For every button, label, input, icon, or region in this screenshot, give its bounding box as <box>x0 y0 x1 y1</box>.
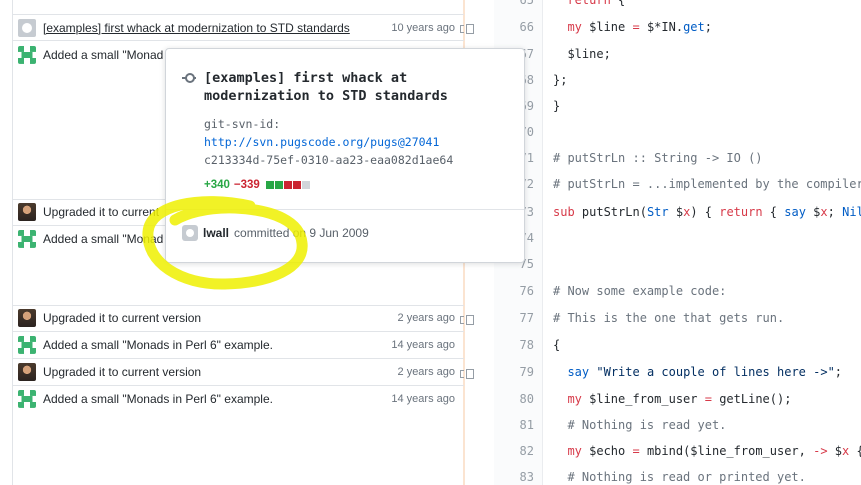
commit-author-line: lwall committed on 9 Jun 2009 <box>182 225 369 241</box>
commit-body-prefix: git-svn-id: <box>204 117 281 131</box>
commit-age: 10 years ago <box>391 22 455 34</box>
diffstat-block-added <box>265 181 274 189</box>
diffstat-block-deleted <box>283 181 292 189</box>
line-number[interactable]: 82 <box>494 444 534 458</box>
code-line: { <box>553 338 561 352</box>
commit-message-link[interactable]: Added a small "Monad <box>43 232 163 246</box>
reblame-icon[interactable] <box>460 23 474 34</box>
identicon-avatar-icon[interactable] <box>18 336 36 354</box>
committed-date: committed on 9 Jun 2009 <box>234 226 369 240</box>
user-avatar-icon[interactable] <box>18 309 36 327</box>
commit-message-link[interactable]: Added a small "Monads in Perl 6" example… <box>43 338 273 352</box>
reblame-icon[interactable] <box>460 314 474 325</box>
user-avatar-icon[interactable] <box>18 203 36 221</box>
author-avatar-icon[interactable] <box>182 225 198 241</box>
commit-message-link[interactable]: Upgraded it to current <box>43 205 159 219</box>
hovercard-divider <box>166 209 524 210</box>
line-number[interactable]: 79 <box>494 365 534 379</box>
line-number[interactable]: 80 <box>494 392 534 406</box>
diff-stats: +340 −339 <box>204 179 310 191</box>
commit-age: 2 years ago <box>397 366 455 378</box>
line-number[interactable]: 66 <box>494 20 534 34</box>
reblame-icon[interactable] <box>460 368 474 379</box>
identicon-avatar-icon[interactable] <box>18 46 36 64</box>
line-number[interactable]: 76 <box>494 284 534 298</box>
blame-row[interactable]: Upgraded it to current version 2 years a… <box>13 305 464 331</box>
code-line: my $line_from_user = getLine(); <box>567 392 792 406</box>
user-avatar-icon[interactable] <box>18 363 36 381</box>
commit-message-link[interactable]: [examples] first whack at modernization … <box>43 21 350 35</box>
commit-icon <box>182 73 196 83</box>
blame-row[interactable]: Added a small "Monads in Perl 6" example… <box>13 332 464 358</box>
blame-row[interactable]: [examples] first whack at modernization … <box>13 15 464 41</box>
line-number[interactable]: 81 <box>494 418 534 432</box>
commit-body: git-svn-id: http://svn.pugscode.org/pugs… <box>204 115 504 169</box>
commit-age: 14 years ago <box>391 393 455 405</box>
code-line: # putStrLn :: String -> IO () <box>553 151 763 165</box>
svn-link[interactable]: http://svn.pugscode.org/pugs@27041 <box>204 135 439 149</box>
blame-row[interactable]: Upgraded it to current version 2 years a… <box>13 359 464 385</box>
commit-age: 14 years ago <box>391 339 455 351</box>
line-number[interactable]: 77 <box>494 311 534 325</box>
diffstat-block-deleted <box>292 181 301 189</box>
code-line: my $line = $*IN.get; <box>567 20 712 34</box>
deletions-count: −339 <box>233 179 260 191</box>
diffstat-block-added <box>274 181 283 189</box>
code-line: $line; <box>553 47 611 61</box>
identicon-avatar-icon[interactable] <box>18 390 36 408</box>
commit-title: [examples] first whack at modernization … <box>204 70 448 104</box>
code-line: return { <box>567 0 626 7</box>
line-number[interactable]: 78 <box>494 338 534 352</box>
commit-message-link[interactable]: Upgraded it to current version <box>43 365 201 379</box>
author-name[interactable]: lwall <box>203 226 229 240</box>
line-number[interactable]: 83 <box>494 470 534 484</box>
additions-count: +340 <box>204 179 230 191</box>
commit-age: 2 years ago <box>397 312 455 324</box>
code-line: # This is the one that gets run. <box>553 311 785 325</box>
code-line: # Nothing is read or printed yet. <box>553 470 806 484</box>
code-line: } <box>553 99 561 113</box>
commit-body-suffix: c213334d-75ef-0310-aa23-eaa082d1ae64 <box>204 153 454 167</box>
commit-message-link[interactable]: Added a small "Monad <box>43 48 163 62</box>
code-line: # putStrLn = ...implemented by the compi… <box>553 177 861 191</box>
code-line: }; <box>553 73 568 87</box>
diffstat-block-neutral <box>301 181 310 189</box>
code-line: say "Write a couple of lines here ->"; <box>567 365 843 379</box>
code-line: my $echo = mbind($line_from_user, -> $x … <box>567 444 861 458</box>
identicon-avatar-icon[interactable] <box>18 230 36 248</box>
code-line: # Nothing is read yet. <box>553 418 727 432</box>
commit-message-link[interactable]: Added a small "Monads in Perl 6" example… <box>43 392 273 406</box>
blame-row[interactable]: Added a small "Monads in Perl 6" example… <box>13 386 464 412</box>
github-avatar-icon[interactable] <box>18 19 36 37</box>
commit-hovercard: [examples] first whack at modernization … <box>165 48 525 263</box>
line-number[interactable]: 65 <box>494 0 534 7</box>
commit-message-link[interactable]: Upgraded it to current version <box>43 311 201 325</box>
code-line: sub putStrLn(Str $x) { return { say $x; … <box>553 205 861 219</box>
diffstat-bar <box>265 181 310 189</box>
code-line: # Now some example code: <box>553 284 727 298</box>
